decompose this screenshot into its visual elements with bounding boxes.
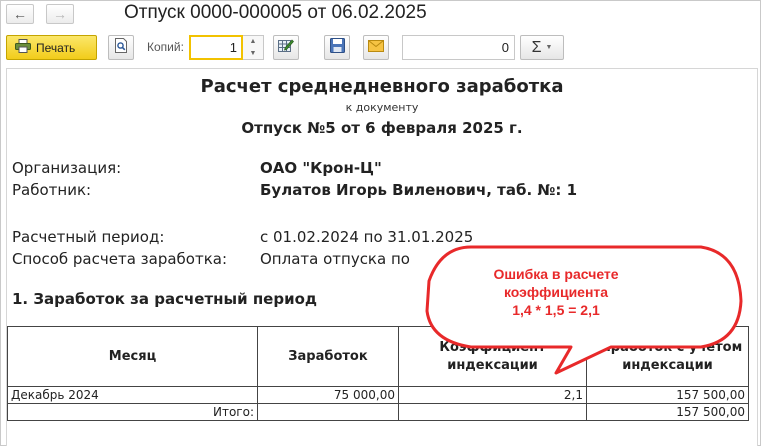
edit-grid-icon bbox=[278, 38, 294, 58]
header-month: Месяц bbox=[7, 326, 258, 387]
header-earnings: Заработок bbox=[257, 326, 399, 387]
spin-up-icon[interactable]: ▲ bbox=[250, 38, 257, 45]
copies-spinner[interactable]: ▲ ▼ bbox=[243, 35, 264, 60]
magnifier-page-icon bbox=[114, 37, 128, 58]
print-label: Печать bbox=[36, 40, 76, 55]
report-area[interactable]: Расчет среднедневного заработка к докуме… bbox=[6, 68, 758, 446]
print-button[interactable]: Печать bbox=[6, 35, 97, 60]
report-window: ← → Отпуск 0000-000005 от 06.02.2025 Печ… bbox=[0, 0, 761, 446]
save-button[interactable] bbox=[324, 35, 350, 60]
period-value: с 01.02.2024 по 31.01.2025 bbox=[260, 228, 474, 246]
cell-coefficient: 2,1 bbox=[398, 386, 587, 404]
header-coefficient: Коэффициент индексации bbox=[398, 326, 587, 387]
cell-earnings: 75 000,00 bbox=[257, 386, 399, 404]
callout-line-2: коэффициента bbox=[503, 284, 609, 300]
section-title: 1. Заработок за расчетный период bbox=[12, 290, 318, 308]
cell-total-earnings bbox=[257, 403, 399, 421]
copies-input[interactable]: 1 bbox=[189, 35, 243, 60]
employee-value: Булатов Игорь Виленович, таб. №: 1 bbox=[260, 181, 578, 199]
cell-total-indexed: 157 500,00 bbox=[586, 403, 749, 421]
report-subtitle: к документу bbox=[345, 101, 419, 114]
sum-mode-button[interactable]: Σ ▼ bbox=[520, 35, 564, 60]
callout-line-1: Ошибка в расчете bbox=[493, 266, 619, 282]
report-document: Отпуск №5 от 6 февраля 2025 г. bbox=[241, 119, 523, 137]
callout-line-3: 1,4 * 1,5 = 2,1 bbox=[512, 302, 600, 318]
window-title: Отпуск 0000-000005 от 06.02.2025 bbox=[124, 2, 427, 23]
sum-field[interactable]: 0 bbox=[402, 35, 515, 60]
cell-month: Декабрь 2024 bbox=[7, 386, 258, 404]
edit-mode-button[interactable] bbox=[273, 35, 299, 60]
period-label: Расчетный период: bbox=[12, 228, 165, 246]
sigma-icon: Σ bbox=[531, 38, 542, 56]
back-button[interactable]: ← bbox=[6, 4, 34, 24]
copies-label: Копий: bbox=[147, 40, 184, 54]
cell-indexed-earnings: 157 500,00 bbox=[586, 386, 749, 404]
arrow-left-icon: ← bbox=[13, 6, 27, 22]
chevron-down-icon: ▼ bbox=[545, 44, 553, 51]
header-indexed-earnings: Заработок с учетом индексации bbox=[586, 326, 749, 387]
organization-label: Организация: bbox=[12, 159, 122, 177]
floppy-disk-icon bbox=[329, 37, 345, 58]
preview-button[interactable] bbox=[108, 35, 134, 60]
table-row: Декабрь 2024 75 000,00 2,1 157 500,00 bbox=[7, 386, 749, 404]
arrow-right-icon: → bbox=[53, 6, 67, 22]
email-button[interactable] bbox=[363, 35, 389, 60]
printer-icon bbox=[15, 39, 31, 56]
envelope-icon bbox=[368, 39, 384, 57]
report-title: Расчет среднедневного заработка bbox=[200, 76, 564, 97]
method-label: Способ расчета заработка: bbox=[12, 250, 228, 268]
cell-total-label: Итого: bbox=[7, 403, 258, 421]
method-value: Оплата отпуска по bbox=[260, 250, 410, 268]
table-header-row: Месяц Заработок Коэффициент индексации З… bbox=[7, 326, 749, 387]
forward-button[interactable]: → bbox=[46, 4, 74, 24]
spin-down-icon[interactable]: ▼ bbox=[250, 50, 257, 57]
callout-text: Ошибка в расчете коэффициента 1,4 * 1,5 … bbox=[456, 265, 656, 319]
cell-total-coefficient bbox=[398, 403, 587, 421]
employee-label: Работник: bbox=[12, 181, 92, 199]
organization-value: ОАО "Крон-Ц" bbox=[260, 159, 382, 177]
earnings-table: Месяц Заработок Коэффициент индексации З… bbox=[7, 326, 749, 421]
table-total-row: Итого: 157 500,00 bbox=[7, 403, 749, 421]
